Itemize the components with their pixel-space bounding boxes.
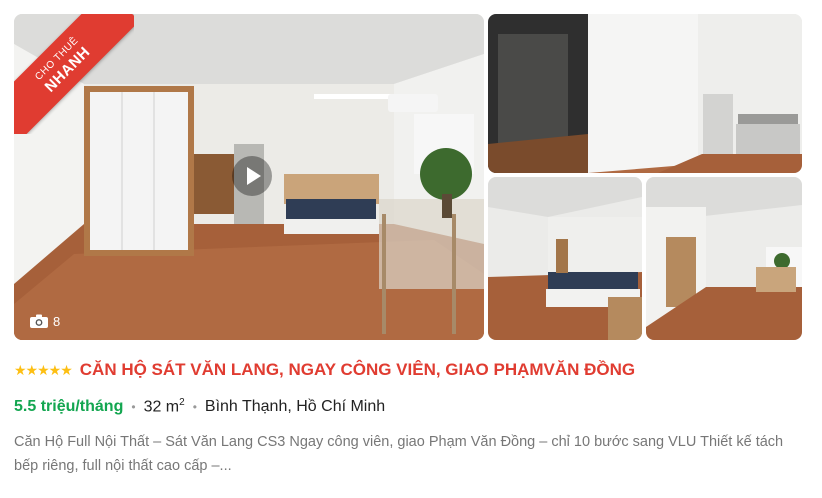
listing-price: 5.5 triệu/tháng [14,398,124,416]
play-video-button[interactable] [232,156,272,196]
separator-dot: • [192,400,197,415]
area-unit-sup: 2 [179,397,185,408]
photo-3[interactable] [488,177,642,340]
listing-card[interactable]: 8 CHO THUÊ NHANH ★★★★★ CĂN HỘ SÁT VĂN LA… [0,0,822,498]
photo-4[interactable] [646,177,802,340]
listing-meta: 5.5 triệu/tháng • 32 m2 • Bình Thạnh, Hồ… [14,397,385,416]
area-value: 32 m [143,398,180,416]
title-row: ★★★★★ CĂN HỘ SÁT VĂN LANG, NGAY CÔNG VIÊ… [14,360,635,380]
listing-location: Bình Thạnh, Hồ Chí Minh [204,398,386,416]
photo-count: 8 [53,313,61,329]
listing-title[interactable]: CĂN HỘ SÁT VĂN LANG, NGAY CÔNG VIÊN, GIA… [80,360,635,380]
separator-dot: • [131,400,136,415]
photo-gallery: 8 CHO THUÊ NHANH [14,14,802,340]
listing-description: Căn Hộ Full Nội Thất – Sát Văn Lang CS3 … [14,434,784,474]
photo-count-badge: 8 [24,310,66,332]
photo-2[interactable] [488,14,802,173]
listing-area: 32 m2 [144,397,185,416]
camera-icon [30,314,48,328]
star-rating: ★★★★★ [14,361,73,378]
